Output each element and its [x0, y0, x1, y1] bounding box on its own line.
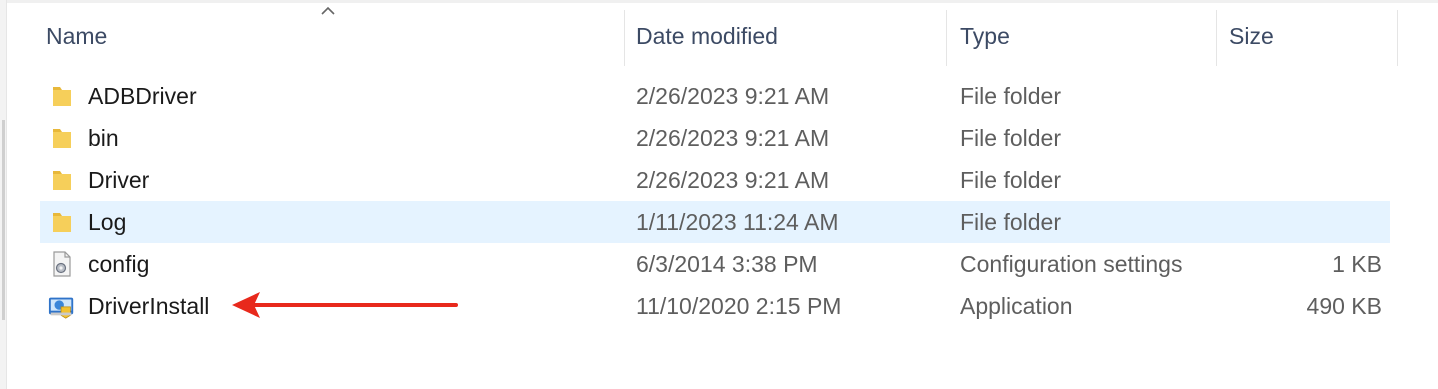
- navigation-pane-scrollbar[interactable]: [2, 120, 5, 320]
- file-row-driver[interactable]: Driver 2/26/2023 9:21 AM File folder: [40, 159, 1390, 201]
- file-type: File folder: [960, 124, 1061, 151]
- file-date-modified: 2/26/2023 9:21 AM: [636, 82, 830, 109]
- file-size: 1 KB: [1332, 250, 1382, 277]
- config-file-icon: [48, 243, 76, 285]
- file-size: 490 KB: [1306, 292, 1382, 319]
- file-row-log[interactable]: Log 1/11/2023 11:24 AM File folder: [40, 201, 1390, 243]
- column-divider[interactable]: [1397, 10, 1398, 66]
- column-header-date[interactable]: Date modified: [626, 6, 946, 66]
- file-date-modified: 2/26/2023 9:21 AM: [636, 124, 830, 151]
- file-date-modified: 11/10/2020 2:15 PM: [636, 292, 842, 319]
- file-type: Application: [960, 292, 1073, 319]
- file-type: File folder: [960, 166, 1061, 193]
- folder-icon: [48, 117, 76, 159]
- folder-icon: [48, 201, 76, 243]
- column-header-size-label: Size: [1229, 22, 1274, 49]
- file-type: Configuration settings: [960, 250, 1183, 277]
- column-divider[interactable]: [624, 10, 625, 66]
- column-header-name-label: Name: [46, 22, 108, 49]
- column-header-size[interactable]: Size: [1219, 6, 1397, 66]
- annotation-arrow: [232, 292, 458, 318]
- file-row-bin[interactable]: bin 2/26/2023 9:21 AM File folder: [40, 117, 1390, 159]
- column-header-type[interactable]: Type: [950, 6, 1216, 66]
- column-header-bar: Name Date modified Type Size: [6, 6, 1438, 66]
- folder-icon: [48, 75, 76, 117]
- file-name: DriverInstall: [88, 292, 210, 319]
- file-name: ADBDriver: [88, 82, 197, 109]
- window-top-edge: [0, 0, 1438, 3]
- file-name: config: [88, 250, 150, 277]
- column-divider[interactable]: [946, 10, 947, 66]
- file-row-adbdriver[interactable]: ADBDriver 2/26/2023 9:21 AM File folder: [40, 75, 1390, 117]
- column-header-date-label: Date modified: [636, 22, 778, 49]
- file-name: Log: [88, 208, 127, 235]
- file-date-modified: 2/26/2023 9:21 AM: [636, 166, 830, 193]
- file-name: bin: [88, 124, 119, 151]
- column-header-type-label: Type: [960, 22, 1010, 49]
- file-date-modified: 1/11/2023 11:24 AM: [636, 208, 839, 235]
- file-date-modified: 6/3/2014 3:38 PM: [636, 250, 818, 277]
- file-row-config[interactable]: config 6/3/2014 3:38 PM Configuration sett…: [40, 243, 1390, 285]
- column-header-name[interactable]: Name: [36, 6, 622, 66]
- folder-icon: [48, 159, 76, 201]
- file-type: File folder: [960, 82, 1061, 109]
- application-icon: [48, 285, 76, 327]
- file-type: File folder: [960, 208, 1061, 235]
- column-divider[interactable]: [1216, 10, 1217, 66]
- file-name: Driver: [88, 166, 150, 193]
